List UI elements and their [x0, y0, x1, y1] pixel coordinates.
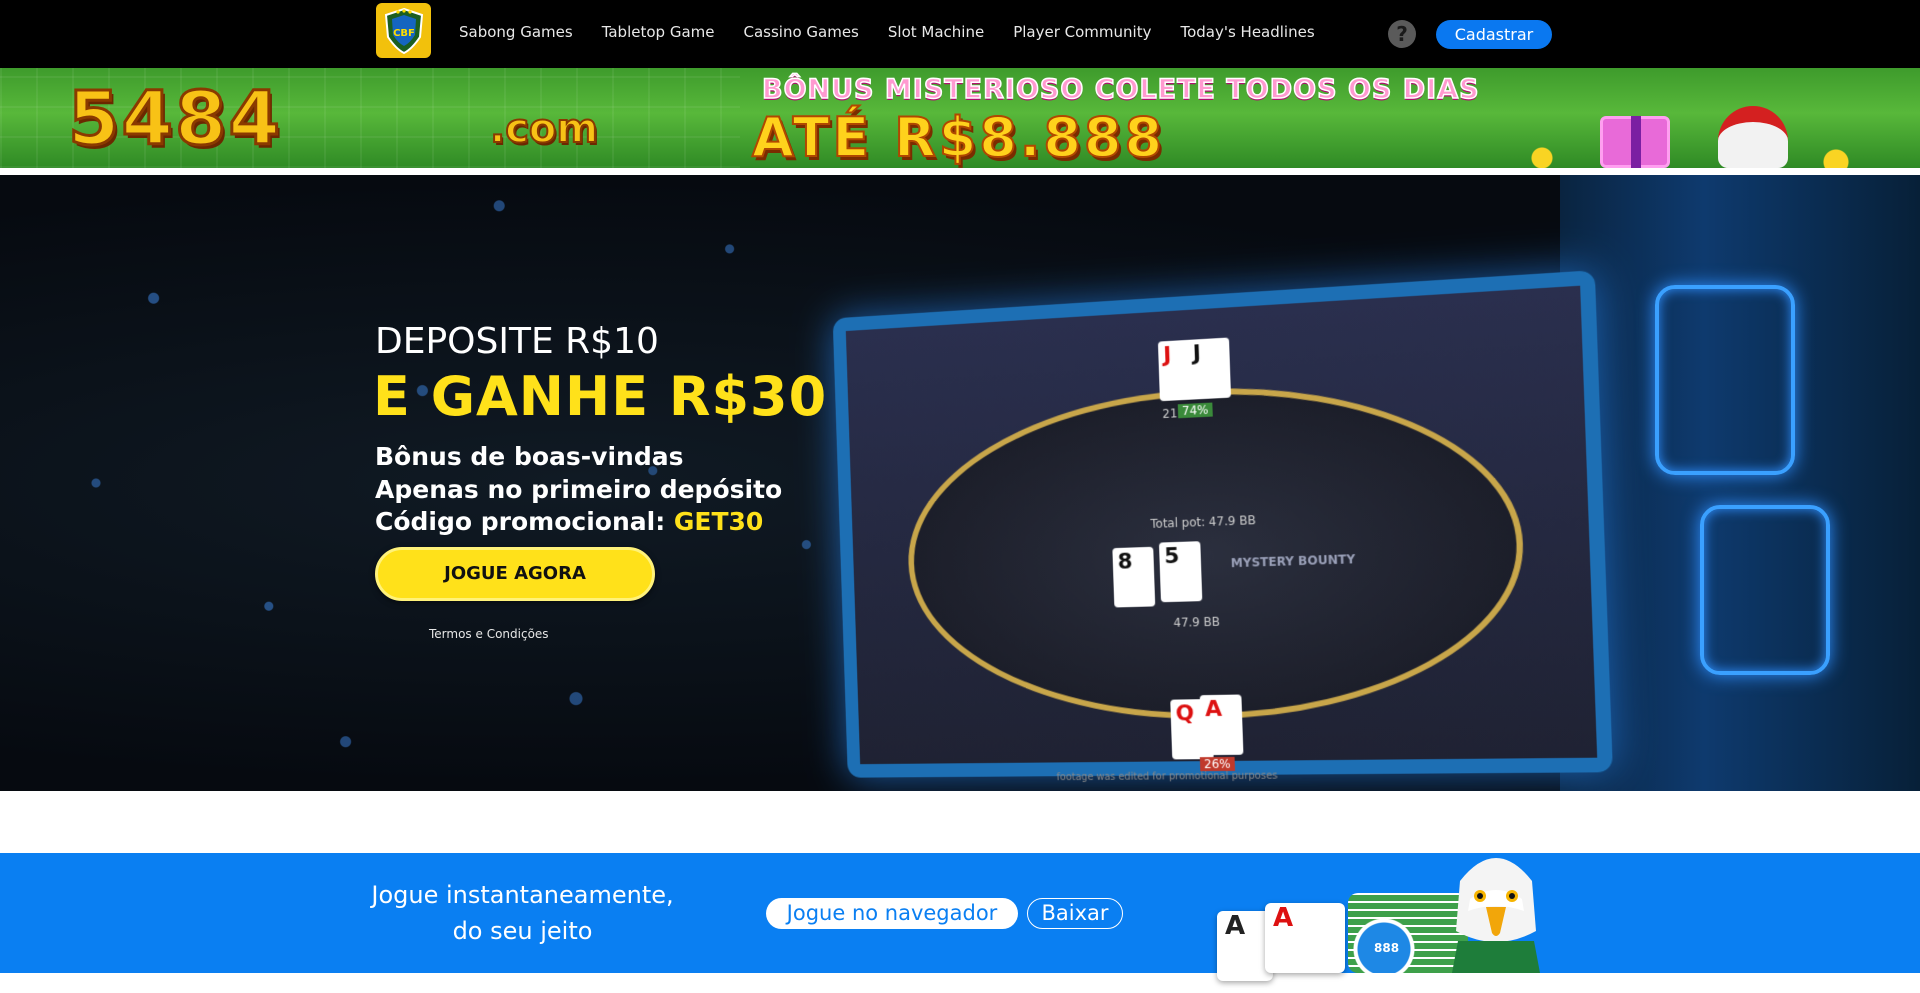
play-in-browser-button[interactable]: Jogue no navegador [766, 898, 1018, 929]
download-strip: Jogue instantaneamente, do seu jeito Jog… [0, 853, 1920, 981]
hero-welcome-bonus: Bônus de boas-vindas [375, 442, 684, 471]
gift-box-icon [1600, 116, 1670, 168]
hero-deposit-line: DEPOSITE R$10 [375, 321, 659, 362]
main-nav: Sabong Games Tabletop Game Cassino Games… [459, 20, 1344, 44]
promo-code-value: GET30 [673, 507, 764, 536]
cta-title-line2: do seu jeito [452, 917, 593, 945]
top-navigation-bar: CBF Sabong Games Tabletop Game Cassino G… [0, 0, 1920, 68]
nav-item-tabletop-game[interactable]: Tabletop Game [602, 20, 715, 44]
mystery-bounty-text: MYSTERY BOUNTY [1230, 552, 1356, 571]
promo-amount: ATÉ R$8.888 [751, 105, 1166, 168]
playing-card: J [1187, 337, 1232, 400]
bottom-percent-text: 26% [1199, 756, 1235, 772]
help-icon[interactable]: ? [1388, 20, 1416, 48]
playing-card: 5 [1158, 541, 1203, 603]
logo-text: CBF [393, 28, 415, 39]
promo-domain-suffix: .com [489, 105, 599, 153]
eagle-mascot-icon [1452, 858, 1540, 973]
poker-table: Total pot: 47.9 BB 21.6 BB 47.9 BB MYSTE… [903, 372, 1530, 724]
play-now-button[interactable]: JOGUE AGORA [375, 547, 655, 601]
poker-game-preview: Total pot: 47.9 BB 21.6 BB 47.9 BB MYSTE… [832, 270, 1613, 783]
hero-section: Total pot: 47.9 BB 21.6 BB 47.9 BB MYSTE… [0, 175, 1920, 791]
cards-illustration: A A [1217, 903, 1345, 981]
register-button[interactable]: Cadastrar [1436, 20, 1552, 49]
mascot-image [1718, 106, 1788, 168]
nav-item-slot-machine[interactable]: Slot Machine [888, 20, 984, 44]
footage-disclaimer: footage was edited for promotional purpo… [1056, 770, 1278, 784]
mid-stack-text: 47.9 BB [1173, 614, 1221, 630]
promo-headline: BÔNUS MISTERIOSO COLETE TODOS OS DIAS [761, 73, 1480, 106]
nav-item-sabong-games[interactable]: Sabong Games [459, 20, 573, 44]
promo-code-label: Código promocional: [375, 507, 674, 536]
nav-item-todays-headlines[interactable]: Today's Headlines [1180, 20, 1314, 44]
top-percent-text: 74% [1177, 402, 1213, 419]
cta-title: Jogue instantaneamente, do seu jeito [360, 877, 685, 949]
ace-card-icon: A [1265, 903, 1345, 973]
hero-first-deposit: Apenas no primeiro depósito [375, 475, 783, 504]
coins-decoration [1500, 138, 1920, 168]
nav-item-player-community[interactable]: Player Community [1013, 20, 1151, 44]
neon-card-decoration [1700, 505, 1830, 675]
brand-logo[interactable]: CBF [376, 3, 431, 58]
hero-bonus-headline: E GANHE R$30 [373, 365, 828, 428]
promo-banner[interactable]: 5484 .com BÔNUS MISTERIOSO COLETE TODOS … [0, 68, 1920, 168]
neon-background [1560, 175, 1920, 791]
shield-logo-icon: CBF [384, 7, 423, 54]
hero-promo-code-line: Código promocional: GET30 [375, 507, 763, 536]
neon-card-decoration [1655, 285, 1795, 475]
playing-card: A [1199, 694, 1244, 756]
nav-item-cassino-games[interactable]: Cassino Games [743, 20, 858, 44]
promo-domain-text: 5484 [67, 75, 282, 164]
playing-card: 8 [1112, 546, 1156, 608]
download-button[interactable]: Baixar [1027, 898, 1123, 929]
pot-text: Total pot: 47.9 BB [1150, 513, 1256, 531]
terms-link[interactable]: Termos e Condições [429, 627, 549, 641]
cta-title-line1: Jogue instantaneamente, [371, 881, 674, 909]
chip-label: 888 [1374, 941, 1400, 955]
